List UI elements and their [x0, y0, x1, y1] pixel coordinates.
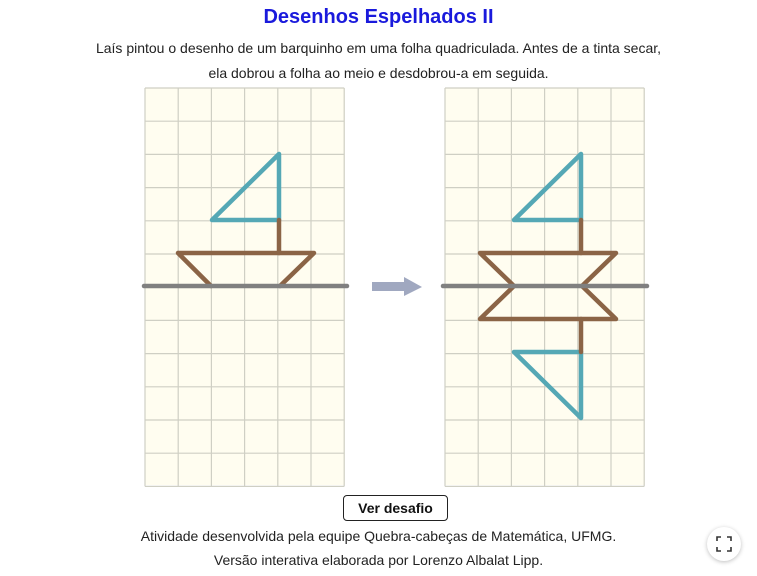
see-challenge-button[interactable]: Ver desafio [343, 495, 448, 521]
fullscreen-button[interactable] [707, 527, 741, 561]
credit-line-1: Atividade desenvolvida pela equipe Quebr… [140, 528, 617, 544]
drawing-area [141, 87, 650, 487]
credit-line-2: Versão interativa elaborada por Lorenzo … [213, 552, 544, 568]
original-drawing-panel [141, 87, 350, 487]
mirrored-drawing-panel [440, 87, 650, 487]
fullscreen-icon [716, 536, 732, 552]
right-arrow-icon [372, 277, 422, 296]
